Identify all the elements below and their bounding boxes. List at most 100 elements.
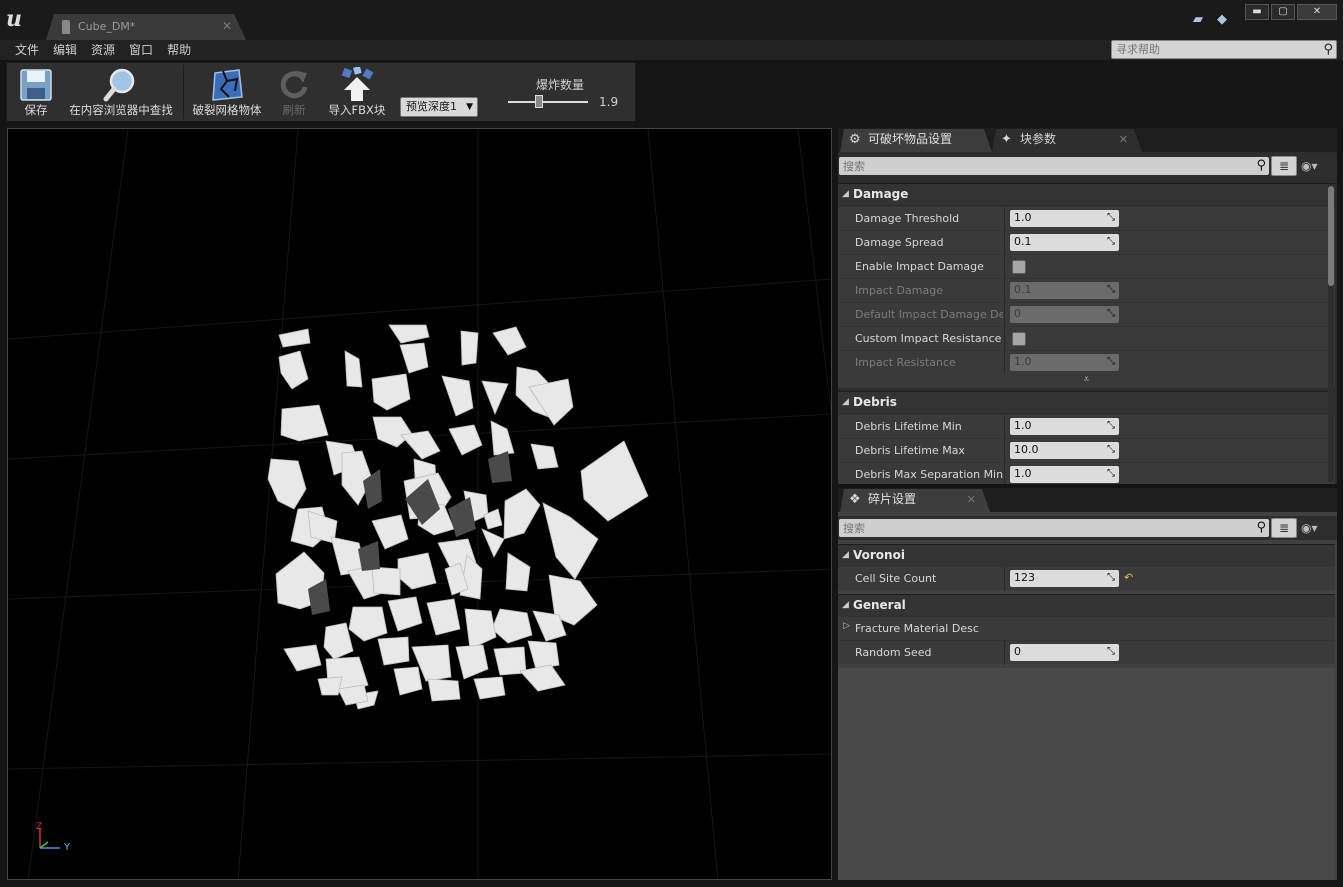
preview-depth-value: 预览深度1 bbox=[406, 100, 457, 113]
viewport[interactable]: Z Y bbox=[7, 128, 832, 880]
import-fbx-icon bbox=[341, 67, 374, 101]
property-name: Random Seed bbox=[855, 646, 932, 659]
fracture-mesh-icon bbox=[212, 69, 243, 101]
menu-edit[interactable]: 编辑 bbox=[52, 42, 86, 58]
collapse-triangle-icon: ◢ bbox=[842, 397, 849, 407]
column-divider bbox=[1004, 255, 1005, 279]
drag-grip-icon: ⤡ bbox=[1107, 212, 1115, 223]
explode-amount-slider[interactable] bbox=[508, 101, 588, 103]
damage-spread-field[interactable]: 0.1 ⤡ bbox=[1010, 234, 1119, 251]
enable-impact-damage-checkbox[interactable] bbox=[1012, 260, 1026, 274]
tab-fracture-settings[interactable]: ❖ 碎片设置 ✕ bbox=[840, 489, 990, 512]
tab-fracture-settings-label: 碎片设置 bbox=[868, 492, 917, 506]
chunk-shadows bbox=[308, 451, 512, 615]
drag-grip-icon: ⤡ bbox=[1107, 236, 1115, 247]
tab-destructible-settings[interactable]: ⚙ 可破坏物品设置 bbox=[840, 129, 992, 152]
cell-site-count-field[interactable]: 123 ⤡ bbox=[1010, 570, 1119, 587]
maximize-button[interactable]: ▢ bbox=[1271, 4, 1295, 20]
drag-grip-icon: ⤡ bbox=[1107, 420, 1115, 431]
help-search-input[interactable] bbox=[1112, 41, 1302, 58]
find-in-content-browser-button[interactable]: 在内容浏览器中查找 bbox=[65, 63, 177, 121]
close-tab-icon[interactable]: ✕ bbox=[967, 489, 976, 510]
field-value: 10.0 bbox=[1014, 443, 1039, 456]
chunk-icon: ✦ bbox=[1001, 132, 1012, 147]
fracture-icon: ❖ bbox=[849, 492, 861, 507]
search-icon[interactable]: ⚲ bbox=[1256, 520, 1266, 535]
eye-icon[interactable]: ◉▾ bbox=[1301, 519, 1331, 537]
column-divider bbox=[1004, 567, 1005, 591]
column-divider bbox=[1004, 439, 1005, 463]
collapse-triangle-icon: ◢ bbox=[842, 189, 849, 199]
field-value: 1.0 bbox=[1014, 419, 1032, 432]
property-name: Default Impact Damage Depth bbox=[855, 308, 1003, 321]
menu-asset[interactable]: 资源 bbox=[90, 42, 124, 58]
category-damage[interactable]: ◢ Damage bbox=[838, 183, 1335, 205]
debris-max-separation-min-field[interactable]: 1.0 ⤡ bbox=[1010, 466, 1119, 483]
panel-tab-bar: ❖ 碎片设置 ✕ bbox=[838, 488, 1337, 512]
property-fracture-material-desc[interactable]: ▷ Fracture Material Desc bbox=[838, 616, 1335, 640]
fracture-search-input[interactable] bbox=[839, 519, 1239, 537]
tab-chunk-parameters[interactable]: ✦ 块参数 ✕ bbox=[992, 129, 1142, 152]
tab-destructible-settings-label: 可破坏物品设置 bbox=[868, 132, 953, 146]
debris-lifetime-max-field[interactable]: 10.0 ⤡ bbox=[1010, 442, 1119, 459]
close-tab-icon[interactable]: ✕ bbox=[222, 19, 232, 33]
minimize-button[interactable]: ▬ bbox=[1245, 4, 1269, 20]
category-debris[interactable]: ◢ Debris bbox=[838, 391, 1335, 413]
import-fbx-button[interactable]: 导入FBX块 bbox=[323, 63, 391, 121]
menu-window[interactable]: 窗口 bbox=[128, 42, 162, 58]
debris-lifetime-min-field[interactable]: 1.0 ⤡ bbox=[1010, 418, 1119, 435]
property-impact-resistance: Impact Resistance 1.0 ⤡ bbox=[838, 350, 1335, 375]
save-button[interactable]: 保存 bbox=[11, 63, 61, 121]
expand-triangle-icon[interactable]: ▷ bbox=[843, 621, 850, 631]
eye-icon[interactable]: ◉▾ bbox=[1301, 157, 1331, 175]
unreal-logo-icon: u bbox=[6, 6, 22, 32]
damage-threshold-field[interactable]: 1.0 ⤡ bbox=[1010, 210, 1119, 227]
close-button[interactable]: ✕ bbox=[1297, 4, 1337, 20]
field-value: 1.0 bbox=[1014, 467, 1032, 480]
category-voronoi[interactable]: ◢ Voronoi bbox=[838, 544, 1335, 566]
menu-help[interactable]: 帮助 bbox=[166, 42, 200, 58]
chevron-down-icon: ▼ bbox=[466, 102, 473, 112]
custom-impact-resistance-checkbox[interactable] bbox=[1012, 332, 1026, 346]
drag-grip-icon: ⤡ bbox=[1107, 444, 1115, 455]
save-label: 保存 bbox=[24, 103, 48, 117]
drag-grip-icon: ⤡ bbox=[1107, 572, 1115, 583]
field-value: 123 bbox=[1014, 571, 1035, 584]
search-icon[interactable]: ⚲ bbox=[1256, 158, 1266, 173]
refresh-label: 刷新 bbox=[282, 103, 306, 117]
view-options-list-button[interactable]: ≣ bbox=[1271, 156, 1297, 176]
details-search-input[interactable] bbox=[839, 157, 1239, 175]
toolbar-separator bbox=[183, 65, 184, 119]
category-general[interactable]: ◢ General bbox=[838, 594, 1335, 616]
menu-items: 文件 编辑 资源 窗口 帮助 bbox=[14, 42, 204, 58]
property-impact-damage: Impact Damage 0.1 ⤡ bbox=[838, 278, 1335, 303]
collapse-triangle-icon: ◢ bbox=[842, 600, 849, 610]
refresh-button[interactable]: 刷新 bbox=[269, 63, 319, 121]
document-tab-label: Cube_DM* bbox=[78, 20, 136, 33]
title-bar: u Cube_DM* ✕ ▰ ◆ ▬ ▢ ✕ bbox=[0, 0, 1343, 40]
search-icon[interactable]: ⚲ bbox=[1323, 42, 1333, 57]
menu-file[interactable]: 文件 bbox=[14, 42, 48, 58]
field-value: 1.0 bbox=[1014, 211, 1032, 224]
tab-chunk-parameters-label: 块参数 bbox=[1020, 132, 1057, 146]
tutorial-icon[interactable]: ◆ bbox=[1217, 13, 1233, 27]
show-advanced-button[interactable]: ⩡ bbox=[838, 374, 1335, 388]
reset-to-default-icon[interactable]: ↶ bbox=[1124, 571, 1133, 584]
fracture-mesh-button[interactable]: 破裂网格物体 bbox=[189, 63, 265, 121]
category-voronoi-label: Voronoi bbox=[853, 548, 905, 562]
details-scrollbar[interactable] bbox=[1328, 186, 1334, 286]
preview-depth-dropdown[interactable]: 预览深度1 ▼ bbox=[400, 97, 478, 117]
property-name: Impact Damage bbox=[855, 284, 943, 297]
random-seed-field[interactable]: 0 ⤡ bbox=[1010, 644, 1119, 661]
close-tab-icon[interactable]: ✕ bbox=[1119, 129, 1128, 150]
property-name: Impact Resistance bbox=[855, 356, 956, 369]
category-debris-label: Debris bbox=[853, 395, 897, 409]
property-name: Debris Lifetime Min bbox=[855, 420, 962, 433]
asset-icon bbox=[62, 20, 70, 34]
explode-amount-slider-handle[interactable] bbox=[535, 95, 543, 108]
property-name: Damage Threshold bbox=[855, 212, 960, 225]
feedback-icon[interactable]: ▰ bbox=[1193, 13, 1209, 27]
toolbar: 保存 在内容浏览器中查找 破裂网格物体 刷新 导入FBX块 预览深度1 ▼ 爆炸… bbox=[6, 62, 636, 122]
view-options-list-button[interactable]: ≣ bbox=[1271, 518, 1297, 538]
document-tab[interactable]: Cube_DM* ✕ bbox=[46, 14, 246, 40]
